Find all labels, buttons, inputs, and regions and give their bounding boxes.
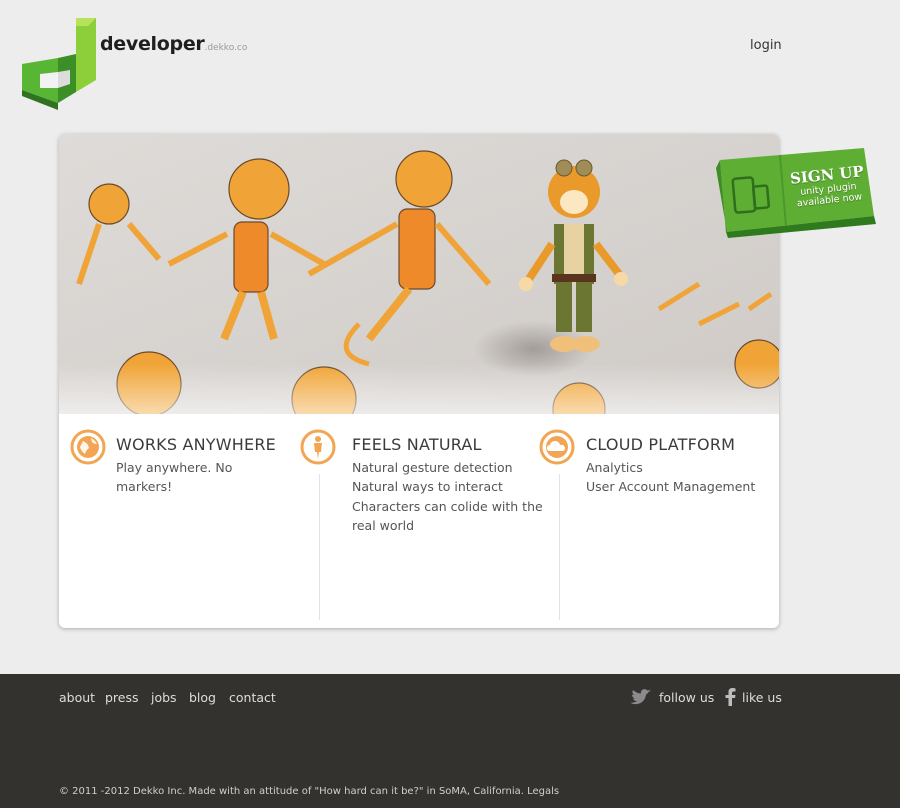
like-us-label: like us	[742, 690, 782, 705]
dekko-logo-icon[interactable]	[18, 18, 98, 113]
feature-line: Analytics	[586, 460, 643, 475]
feature-title: WORKS ANYWHERE	[116, 435, 276, 454]
main-card	[59, 134, 779, 628]
person-icon	[300, 429, 336, 465]
column-divider	[319, 474, 320, 620]
feature-line: User Account Management	[586, 479, 756, 495]
copyright-text: © 2011 -2012 Dekko Inc. Made with an att…	[59, 786, 560, 797]
twitter-bird-icon	[630, 689, 651, 705]
column-divider	[559, 474, 560, 620]
feature-line: real world	[352, 517, 415, 533]
footer-link-about[interactable]: about	[59, 690, 95, 705]
follow-us-label: follow us	[659, 690, 715, 705]
feature-description: Analytics User Account Management	[586, 458, 755, 497]
login-link[interactable]: login	[750, 38, 782, 53]
feature-title: FEELS NATURAL	[352, 435, 482, 454]
brand-name[interactable]: developer.dekko.co	[100, 33, 247, 55]
feature-description: Play anywhere. No markers!	[116, 458, 232, 497]
hero-fade	[59, 134, 779, 414]
feature-description: Natural gesture detection Natural ways t…	[352, 458, 543, 535]
feature-line: Characters can colide with the	[352, 498, 543, 514]
globe-icon	[70, 429, 106, 465]
facebook-icon	[725, 688, 736, 706]
footer-link-blog[interactable]: blog	[189, 690, 216, 705]
signup-label[interactable]: SIGN UP unity plugin available now	[788, 162, 868, 210]
footer-link-contact[interactable]: contact	[229, 690, 276, 705]
cloud-icon	[539, 429, 575, 465]
feature-line: Play anywhere. No	[116, 460, 233, 475]
feature-line: Natural ways to interact	[352, 479, 503, 495]
footer-link-press[interactable]: press	[105, 690, 139, 705]
footer-link-jobs[interactable]: jobs	[151, 690, 177, 705]
feature-title: CLOUD PLATFORM	[586, 435, 736, 454]
feature-line: Natural gesture detection	[352, 460, 513, 475]
brand-suffix: .dekko.co	[204, 43, 248, 53]
brand-text: developer	[100, 33, 205, 55]
feature-line: markers!	[116, 479, 173, 495]
